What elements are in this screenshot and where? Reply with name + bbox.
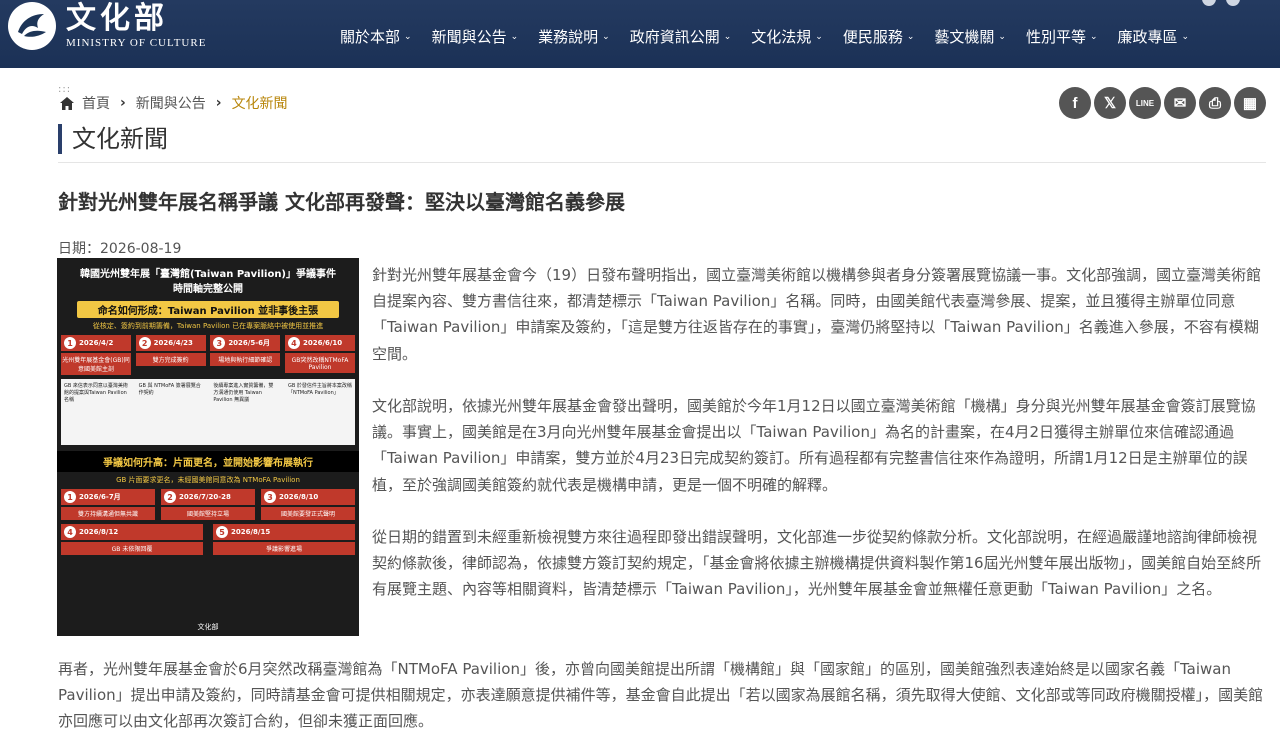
chevron-down-icon: ⌄ xyxy=(510,31,519,42)
chevron-down-icon: ⌄ xyxy=(1181,31,1190,42)
email-icon[interactable]: ✉ xyxy=(1164,87,1196,119)
line-icon[interactable]: LINE xyxy=(1129,87,1161,119)
timeline-step: 3 2026/8/10 國美館要發正式聲明 xyxy=(261,489,355,520)
nav-label: 文化法規 xyxy=(751,28,812,46)
nav-label: 便民服務 xyxy=(842,28,903,46)
breadcrumb-separator: › xyxy=(120,95,126,111)
article-paragraph: 針對光州雙年展基金會今（19）日發布聲明指出，國立臺灣美術館以機構參與者身分簽署… xyxy=(372,266,1262,363)
timeline-step: 2 2026/7/20-28 國美館堅持立場 xyxy=(161,489,255,520)
nav-gov-info[interactable]: 政府資訊公開 ⌄ xyxy=(630,26,732,47)
logo-english-name: MINISTRY OF CULTURE xyxy=(66,37,207,49)
nav-regulations[interactable]: 文化法規 ⌄ xyxy=(751,26,823,47)
infographic-title-line2: 時間軸完整公開 xyxy=(173,284,243,295)
timeline-step: 4 2026/6/10 GB突然改稱NTMoFA Pavilion xyxy=(284,335,355,375)
nav-business[interactable]: 業務說明 ⌄ xyxy=(538,26,610,47)
infographic-subtitle: GB 片面要求更名，未經國美館同意改為 NTMoFA Pavilion xyxy=(116,476,300,484)
share-toolbar: f 𝕏 LINE ✉ ⎙ ▦ xyxy=(1056,87,1266,119)
chevron-down-icon: ⌄ xyxy=(906,31,915,42)
title-divider xyxy=(58,162,1266,163)
infographic-title-line1: 韓國光州雙年展「臺灣館(Taiwan Pavilion)」爭議事件 xyxy=(79,269,337,280)
timeline-detail: GB 與 NTMoFA 簽署展覽合作契約 xyxy=(138,383,201,396)
nav-label: 廉政專區 xyxy=(1117,28,1178,46)
top-navigation-bar: 文化部 MINISTRY OF CULTURE 關於本部 ⌄ 新聞與公告 ⌄ 業務說… xyxy=(0,0,1280,68)
breadcrumb: 首頁 › 新聞與公告 › 文化新聞 xyxy=(60,93,288,113)
timeline-detail: GB 於發信件主旨將本案改稱「NTMoFA Pavilion」 xyxy=(287,383,352,396)
chevron-down-icon: ⌄ xyxy=(602,31,610,42)
article-paragraph: 從日期的錯置到未經重新檢視雙方來往過程即發出錯誤聲明，文化部進一步從契約條款分析… xyxy=(372,528,1262,599)
nav-about[interactable]: 關於本部 ⌄ xyxy=(340,26,412,47)
ministry-emblem-icon xyxy=(8,2,56,50)
qrcode-icon[interactable]: ▦ xyxy=(1234,87,1266,119)
logo-chinese-name: 文化部 xyxy=(66,1,168,36)
timeline-step: 1 2026/6-7月 雙方持續溝通但無共識 xyxy=(61,489,155,520)
chevron-down-icon: ⌄ xyxy=(815,31,823,42)
utility-icon[interactable] xyxy=(1226,0,1240,6)
site-logo[interactable]: 文化部 MINISTRY OF CULTURE xyxy=(8,2,206,50)
nav-news[interactable]: 新聞與公告 ⌄ xyxy=(432,26,519,47)
timeline-detail: 後續專案進入實質籌備，雙方溝通仍使用 Taiwan Pavilion 無異議 xyxy=(213,383,274,403)
home-icon xyxy=(60,96,74,110)
x-icon[interactable]: 𝕏 xyxy=(1094,87,1126,119)
nav-label: 業務說明 xyxy=(538,28,599,46)
timeline-row: 4 2026/8/12 GB 未依限回覆 5 2026/8/15 爭議影響進場 xyxy=(57,520,359,555)
nav-gender-equality[interactable]: 性別平等 ⌄ xyxy=(1026,26,1098,47)
infographic-title: 韓國光州雙年展「臺灣館(Taiwan Pavilion)」爭議事件 時間軸完整公… xyxy=(57,267,359,297)
facebook-icon[interactable]: f xyxy=(1059,87,1091,119)
utility-icon[interactable] xyxy=(1202,0,1216,6)
logo-text: 文化部 MINISTRY OF CULTURE xyxy=(66,1,207,50)
nav-agencies[interactable]: 藝文機關 ⌄ xyxy=(934,26,1006,47)
timeline-infographic[interactable]: 韓國光州雙年展「臺灣館(Taiwan Pavilion)」爭議事件 時間軸完整公… xyxy=(57,258,359,636)
breadcrumb-separator: › xyxy=(215,95,222,111)
nav-label: 新聞與公告 xyxy=(431,28,507,46)
timeline-step: 2 2026/4/23 雙方完成簽約 xyxy=(135,335,206,375)
timeline-step: 3 2026/5-6月 場地與執行細節確認 xyxy=(210,335,281,375)
article-paragraph: 文化部說明，依據光州雙年展基金會發出聲明，國美館於今年1月12日以國立臺灣美術館… xyxy=(372,397,1256,494)
nav-label: 藝文機關 xyxy=(934,28,995,46)
nav-label: 關於本部 xyxy=(340,28,401,46)
timeline-row: 1 2026/4/2 光州雙年展基金會(GB)同意國美館主剖 2 2026/4/23 雙… xyxy=(57,331,359,375)
timeline-row: 1 2026/6-7月 雙方持續溝通但無共識 2 2026/7/20-28 國美館堅持立… xyxy=(57,485,359,520)
article-date: 日期：2026-08-19 xyxy=(58,241,182,257)
timeline-step: 1 2026/4/2 光州雙年展基金會(GB)同意國美館主剖 xyxy=(61,335,131,375)
article-paragraph: 再者，光州雙年展基金會於6月突然改稱臺灣館為「NTMoFA Pavilion」後… xyxy=(58,660,1264,731)
chevron-down-icon: ⌄ xyxy=(998,31,1006,42)
breadcrumb-current: 文化新聞 xyxy=(231,96,288,112)
infographic-footer-logo: 文化部 xyxy=(197,623,219,631)
timeline-detail-panel: GB 來信表示同意以臺灣美術館的提案與Taiwan Pavilion名稱 GB … xyxy=(61,379,355,445)
infographic-banner: 爭議如何升高：片面更名，並開始影響布展執行 xyxy=(57,451,359,472)
infographic-banner: 命名如何形成：Taiwan Pavilion 並非事後主張 xyxy=(77,301,339,318)
breadcrumb-home[interactable]: 首頁 xyxy=(82,93,110,113)
top-utility-icons xyxy=(1192,0,1240,6)
nav-services[interactable]: 便民服務 ⌄ xyxy=(843,26,915,47)
timeline-detail: GB 來信表示同意以臺灣美術館的提案與Taiwan Pavilion名稱 xyxy=(64,383,128,403)
chevron-down-icon: ⌄ xyxy=(1089,31,1098,42)
timeline-step: 4 2026/8/12 GB 未依限回覆 xyxy=(61,524,203,555)
infographic-subtitle: 從核定、簽約到前期籌備，Taiwan Pavilion 已在專案脈絡中被使用並推… xyxy=(92,322,324,330)
timeline-step: 5 2026/8/15 爭議影響進場 xyxy=(213,524,355,555)
breadcrumb-section[interactable]: 新聞與公告 xyxy=(136,93,206,113)
article-headline: 針對光州雙年展名稱爭議 文化部再發聲：堅決以臺灣館名義參展 xyxy=(58,190,625,214)
page-title: 文化新聞 xyxy=(58,124,168,154)
main-nav: 關於本部 ⌄ 新聞與公告 ⌄ 業務說明 ⌄ 政府資訊公開 ⌄ 文化法規 ⌄ 便民服務 ⌄ 藝… xyxy=(340,26,1209,47)
print-icon[interactable]: ⎙ xyxy=(1199,87,1231,119)
nav-label: 性別平等 xyxy=(1025,28,1086,46)
nav-integrity[interactable]: 廉政專區 ⌄ xyxy=(1118,26,1190,47)
chevron-down-icon: ⌄ xyxy=(404,31,412,42)
nav-label: 政府資訊公開 xyxy=(629,28,720,46)
chevron-down-icon: ⌄ xyxy=(723,31,732,42)
